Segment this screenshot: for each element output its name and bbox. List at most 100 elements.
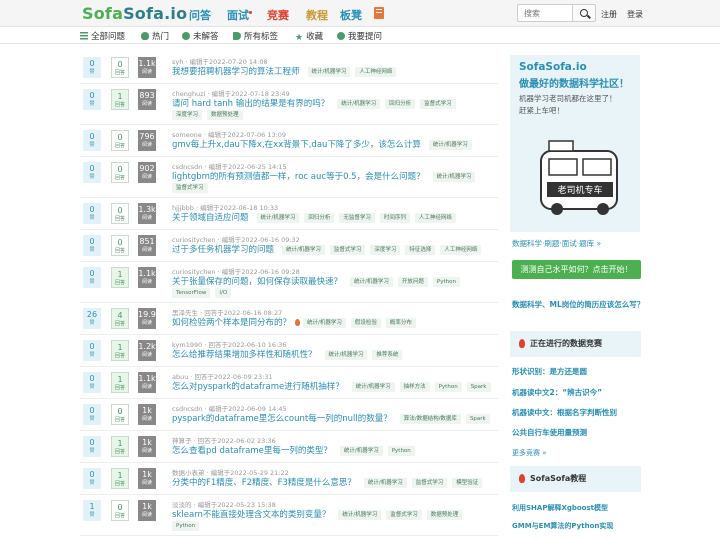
question-tag[interactable]: 统计/机器学习 <box>307 67 351 77</box>
question-tag[interactable]: 时间序列 <box>379 213 410 223</box>
question-tag[interactable]: I/O <box>215 288 232 298</box>
vote-count: 1赞 <box>83 500 101 521</box>
question-tag[interactable]: 统计/机器学习 <box>351 382 395 392</box>
question-tag[interactable]: 统计/机器学习 <box>339 446 383 456</box>
question-tag[interactable]: 监督式学习 <box>411 478 448 488</box>
tab-hot[interactable]: 热门 <box>141 30 169 42</box>
question-tag[interactable]: 监督式学习 <box>329 245 366 255</box>
question-tag[interactable]: Spark <box>465 414 490 424</box>
login-link[interactable]: 登录 <box>627 9 643 20</box>
book-icon[interactable] <box>374 7 384 19</box>
question-tag[interactable]: 概率分布 <box>385 318 416 328</box>
question-tag[interactable]: 深度学习 <box>172 110 203 120</box>
question-tag[interactable]: 回归分析 <box>385 99 416 109</box>
question-tag[interactable]: Python <box>387 446 415 456</box>
nav-contest[interactable]: 竞赛 <box>267 7 289 23</box>
vote-count: 0赞 <box>83 404 101 425</box>
question-title[interactable]: sklearn不能直接处理含文本的类别变量？ <box>172 510 330 520</box>
question-tag[interactable]: 人工神经网络 <box>355 67 397 77</box>
question-tag[interactable]: 推荐系统 <box>372 350 403 360</box>
register-link[interactable]: 注册 <box>601 9 617 20</box>
question-tag[interactable]: 无监督学习 <box>339 213 375 223</box>
question-tag[interactable]: 统计/机器学习 <box>324 350 368 360</box>
nav-tutorial[interactable]: 教程 <box>306 7 328 23</box>
test-level-button[interactable]: 测测自己水平如何？点击开始！ <box>512 260 641 279</box>
view-count: 1.1k 阅读 <box>138 57 156 78</box>
question-tag[interactable]: 特征选择 <box>405 245 436 255</box>
nav-interview[interactable]: 面试 <box>227 7 249 23</box>
more-contests-link[interactable]: 更多竞赛 » <box>512 448 547 458</box>
vote-count: 0赞 <box>83 340 101 361</box>
question-tag[interactable]: 数据预处理 <box>207 110 243 120</box>
search-icon[interactable] <box>572 4 596 22</box>
question-tag[interactable]: 监督式学习 <box>420 99 456 109</box>
tab-unanswered[interactable]: 未解答 <box>182 30 219 42</box>
question-row: 1 赞 0 回答 1k 阅读 淡淡的 · 编辑于2022-05-23 15:38 sklear… <box>80 495 498 536</box>
question-title[interactable]: 过于多任务机器学习的问题 <box>172 245 274 255</box>
contest-link-3[interactable]: 机器读中文：根据名字判断性别 <box>512 407 617 418</box>
question-tag[interactable]: 统计/机器学习 <box>303 318 346 328</box>
question-title[interactable]: lightgbm的所有预测值都一样，roc auc等于0.5，会是什么问题？ <box>172 172 425 182</box>
question-tag[interactable]: 统计/机器学习 <box>338 510 382 520</box>
tutorial-link-2[interactable]: GMM与EM算法的Python实现 <box>512 521 613 531</box>
question-title[interactable]: 我想要招聘机器学习的算法工程师 <box>172 67 300 77</box>
question-title-line: 请问 hard tanh 输出的结果是有界的吗？ 统计/机器学习 回归分析 监督式学习 <box>172 97 461 109</box>
question-tag[interactable]: 人工神经网络 <box>440 245 482 255</box>
question-tag[interactable]: 回归分析 <box>304 213 335 223</box>
question-tag[interactable]: 统计/机器学习 <box>363 478 407 488</box>
question-title[interactable]: pyspark的dataframe里怎么count每一列的null的数量？ <box>172 414 392 424</box>
question-tag[interactable]: 统计/机器学习 <box>337 99 381 109</box>
view-count: 1k 阅读 <box>138 468 156 489</box>
question-tag[interactable]: 抽样方法 <box>399 382 430 392</box>
tab-ask-question[interactable]: 我要提问 <box>337 30 382 42</box>
question-tag[interactable]: 算法/数据结构/数据库 <box>399 414 461 424</box>
contest-link-2[interactable]: 机器读中文2：“辨古识今” <box>512 387 602 398</box>
question-title[interactable]: 关于张量保存的问题，如何保存读取最快速？ <box>172 277 342 287</box>
question-title[interactable]: 分类中的F1精度、F2精度、F3精度是什么意思？ <box>172 478 356 488</box>
question-title[interactable]: gmv每上升x,dau下降x,在xx背景下,dau下降了多少，该怎么计算 <box>172 140 421 150</box>
tab-all-tags[interactable]: 所有标签 <box>233 30 278 42</box>
question-tag[interactable]: 人工神经网络 <box>414 213 456 223</box>
question-title[interactable]: 请问 hard tanh 输出的结果是有界的吗？ <box>172 99 329 109</box>
question-tag[interactable]: 统计/机器学习 <box>350 277 393 287</box>
search-input[interactable] <box>517 4 573 22</box>
features-link[interactable]: 数据科学·刷题·面试·题库 » <box>512 238 601 249</box>
question-tag[interactable]: Python <box>434 382 462 392</box>
site-logo[interactable]: SofaSofa.io <box>82 4 187 23</box>
question-tag[interactable]: 统计/机器学习 <box>282 245 325 255</box>
tab-favorites[interactable]: ★ 收藏 <box>295 30 323 43</box>
nav-bench[interactable]: 板凳 <box>340 7 362 23</box>
question-title-line: pyspark的dataframe里怎么count每一列的null的数量？ 算法/… <box>172 412 495 424</box>
question-tag[interactable]: 深度学习 <box>370 245 401 255</box>
question-title[interactable]: 如何检验两个样本是同分布的？ <box>172 318 291 328</box>
tab-all-questions[interactable]: 全部问题 <box>80 30 125 42</box>
sidebar-line-2: 赶紧上车吧！ <box>519 106 564 115</box>
contest-link-4[interactable]: 公共自行车使用量预测 <box>512 427 587 438</box>
contest-link-1[interactable]: 形状识别：是方还是圆 <box>512 366 587 377</box>
question-title-line: 怎么对pyspark的dataframe进行随机抽样？ 统计/机器学习 抽样方法 Py… <box>172 380 496 392</box>
question-tag[interactable]: Python <box>432 277 460 287</box>
question-title[interactable]: 关于领域自适应问题 <box>172 213 249 223</box>
question-title[interactable]: 怎么对pyspark的dataframe进行随机抽样？ <box>172 382 344 392</box>
question-tags-extra: Python <box>172 521 204 531</box>
question-tag[interactable]: 假设检验 <box>350 318 381 328</box>
vote-count: 26 赞 <box>83 308 101 329</box>
question-row: 0 赞 1 回答 1k 阅读 神算子 · 回答于2022-06-02 23:36 怎么查看pd… <box>80 431 498 463</box>
resume-post-link[interactable]: 数据科学、ML岗位的简历应该怎么写？ <box>512 299 644 310</box>
question-tag[interactable]: Spark <box>466 382 491 392</box>
question-title[interactable]: 怎么查看pd dataframe里每一列的类型？ <box>172 446 332 456</box>
question-title[interactable]: 怎么给推荐结果增加多样性和随机性？ <box>172 350 317 360</box>
question-tag[interactable]: 监督式学习 <box>172 183 208 193</box>
question-tag[interactable]: TensorFlow <box>172 288 211 298</box>
question-tag[interactable]: 开放问题 <box>397 277 428 287</box>
question-tag[interactable]: 统计/机器学习 <box>432 172 476 182</box>
question-tag[interactable]: 模型验证 <box>452 478 483 488</box>
question-tag[interactable]: 统计/机器学习 <box>428 140 472 150</box>
question-tag[interactable]: 统计/机器学习 <box>256 213 300 223</box>
question-tag[interactable]: Python <box>172 521 200 531</box>
question-title-line: sklearn不能直接处理含文本的类别变量？ 统计/机器学习 监督式学习 数据预处理 <box>172 508 467 520</box>
nav-qa[interactable]: 问答 <box>189 7 211 23</box>
question-tag[interactable]: 监督式学习 <box>386 510 422 520</box>
question-tag[interactable]: 数据预处理 <box>426 510 463 520</box>
tutorial-link-1[interactable]: 利用SHAP解释Xgboost模型 <box>512 503 608 513</box>
